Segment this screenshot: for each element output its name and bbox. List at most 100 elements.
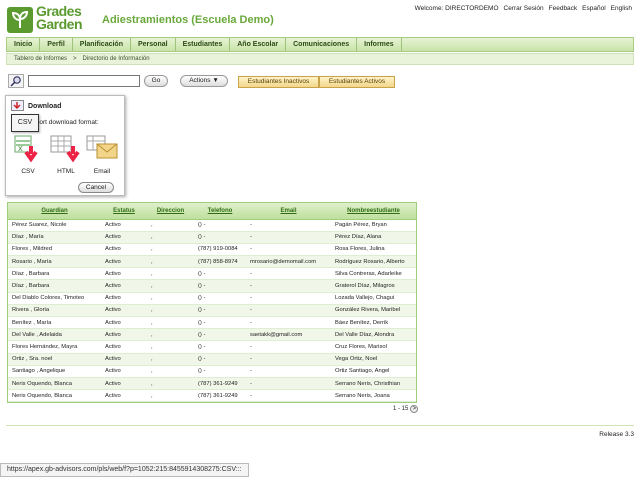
cell-email: - xyxy=(246,353,331,366)
col-estatus[interactable]: Estatus xyxy=(101,203,147,220)
cell-telefono: () - xyxy=(194,231,246,244)
table-row: Del Diablo Colores, Timoteo Activo,() --L… xyxy=(8,292,416,305)
nav-planificacion[interactable]: Planificación xyxy=(73,38,131,51)
nav-inicio[interactable]: Inicio xyxy=(7,38,41,51)
html-table-icon xyxy=(50,135,80,163)
cell-email: - xyxy=(246,304,331,318)
table-row: Benítez , María Activo,() - - Báez Benítez,… xyxy=(8,316,416,330)
cell-guardian: Pérez Suarez, Nicole xyxy=(8,219,101,232)
cell-email: - xyxy=(246,340,331,354)
cell-guardian: Díaz , Barbara xyxy=(8,267,101,281)
search-input[interactable] xyxy=(28,75,140,87)
cell-nombreestudiante: Vega Ortiz, Noel xyxy=(331,353,416,366)
cell-direccion: , xyxy=(147,328,194,342)
table-row: Del Valle , Adelaida Activo,() - saetakk@g… xyxy=(8,328,416,342)
cell-estatus: Activo xyxy=(101,340,147,354)
cell-email: - xyxy=(246,292,331,305)
cell-direccion: , xyxy=(147,231,194,244)
chevron-down-icon: ▼ xyxy=(212,77,219,84)
cell-direccion: , xyxy=(147,340,194,354)
table-row: Rosario , María Activo, (787) 858-8974 mros… xyxy=(8,255,416,269)
cell-guardian: Rivera , Gloria xyxy=(8,304,101,318)
cell-estatus: Activo xyxy=(101,328,147,342)
nav-ano-escolar[interactable]: Año Escolar xyxy=(230,38,287,51)
breadcrumb: Tablero de Informes > Directorio de Info… xyxy=(6,53,634,65)
cell-telefono: () - xyxy=(194,292,246,305)
cell-nombreestudiante: Graterol Díaz, Milagros xyxy=(331,279,416,293)
download-prompt: report download format: xyxy=(30,119,99,126)
table-row: Flores Hernández, Mayra Activo,() - - Cruz … xyxy=(8,340,416,354)
grades-garden-logo[interactable]: Grades Garden xyxy=(7,4,95,35)
cell-nombreestudiante: Báez Benítez, Derrik xyxy=(331,316,416,330)
nav-estudiantes[interactable]: Estudiantes xyxy=(176,38,231,51)
cell-email: - xyxy=(246,267,331,281)
col-guardian[interactable]: Guardian xyxy=(8,203,101,220)
app-title: Adiestramientos (Escuela Demo) xyxy=(102,14,274,26)
col-telefono[interactable]: Telefono xyxy=(194,203,246,220)
release-version: Release 3.3 xyxy=(599,431,634,438)
cell-guardian: Díaz , Barbara xyxy=(8,279,101,293)
cell-nombreestudiante: Serrano Neris, Joana xyxy=(331,389,416,403)
download-dialog-title: Download xyxy=(28,103,62,110)
logout-link[interactable]: Cerrar Sesión xyxy=(504,5,544,12)
col-direccion[interactable]: Direccion xyxy=(147,203,194,220)
cell-nombreestudiante: Del Valle Díaz, Alondra xyxy=(331,328,416,342)
pagination: 1 - 15 > xyxy=(393,405,419,413)
cell-guardian: Flores Hernández, Mayra xyxy=(8,340,101,354)
nav-personal[interactable]: Personal xyxy=(131,38,176,51)
cancel-button[interactable]: Cancel xyxy=(78,182,114,193)
cell-guardian: Benítez , María xyxy=(8,316,101,330)
cell-direccion: , xyxy=(147,365,194,378)
nav-comunicaciones[interactable]: Comunicaciones xyxy=(286,38,358,51)
tab-estudiantes-activos[interactable]: Estudiantes Activos xyxy=(319,76,395,88)
email-format-option[interactable] xyxy=(85,134,119,162)
cell-email: - xyxy=(246,279,331,293)
cell-email: - xyxy=(246,365,331,378)
cell-direccion: , xyxy=(147,353,194,366)
go-button[interactable]: Go xyxy=(144,75,168,87)
table-row: Díaz , Barbara Activo,() - - Graterol Díaz,… xyxy=(8,279,416,293)
feedback-link[interactable]: Feedback xyxy=(549,5,578,12)
cell-estatus: Activo xyxy=(101,353,147,366)
table-row: Pérez Suarez, Nicole Activo,() - - Pagán Pé… xyxy=(8,219,416,232)
cell-estatus: Activo xyxy=(101,365,147,378)
cell-guardian: Neris Oquendo, Blanca xyxy=(8,377,101,391)
table-row: Neris Oquendo, Blanca Activo, (787) 361-92… xyxy=(8,389,416,403)
search-options-button[interactable] xyxy=(8,74,24,88)
cell-nombreestudiante: Lozada Vallejo, Chagui xyxy=(331,292,416,305)
csv-file-icon: X xyxy=(14,135,38,163)
html-format-option[interactable] xyxy=(49,134,83,163)
table-row: Díaz , Barbara Activo,() - - Silva Contrera… xyxy=(8,267,416,281)
cell-telefono: () - xyxy=(194,304,246,318)
cell-email: - xyxy=(246,219,331,232)
cell-email: - xyxy=(246,389,331,403)
top-links: Welcome: DIRECTORDEMO Cerrar Sesión Feed… xyxy=(415,5,632,12)
col-email[interactable]: Email xyxy=(246,203,331,220)
cell-direccion: , xyxy=(147,389,194,403)
svg-text:X: X xyxy=(18,146,23,153)
csv-tooltip: CSV xyxy=(11,114,39,132)
lang-es-link[interactable]: Español xyxy=(582,5,606,12)
actions-menu-button[interactable]: Actions ▼ xyxy=(180,75,228,87)
browser-status-url: https://apex.gb-advisors.com/pls/web/f?p… xyxy=(0,463,249,477)
nav-perfil[interactable]: Perfil xyxy=(40,38,73,51)
table-row: Díaz , María Activo,() - - Pérez Díaz, Alan… xyxy=(8,231,416,244)
cell-direccion: , xyxy=(147,219,194,232)
cell-direccion: , xyxy=(147,279,194,293)
cell-guardian: Rosario , María xyxy=(8,255,101,269)
tab-estudiantes-inactivos[interactable]: Estudiantes Inactivos xyxy=(238,76,319,88)
cell-nombreestudiante: Rodríguez Rosario, Alberto xyxy=(331,255,416,269)
cell-estatus: Activo xyxy=(101,292,147,305)
cell-telefono: () - xyxy=(194,219,246,232)
col-nombreestudiante[interactable]: Nombreestudiante xyxy=(331,203,416,220)
lang-en-link[interactable]: English xyxy=(611,5,632,12)
logo-line-2: Garden xyxy=(36,16,83,32)
nav-informes[interactable]: Informes xyxy=(357,38,402,51)
next-page-button[interactable]: > xyxy=(410,405,419,413)
cell-estatus: Activo xyxy=(101,267,147,281)
breadcrumb-tablero[interactable]: Tablero de Informes xyxy=(14,54,67,64)
cell-guardian: Neris Oquendo, Blanca xyxy=(8,389,101,403)
cell-nombreestudiante: Cruz Flores, Marisol xyxy=(331,340,416,354)
csv-format-option[interactable]: X xyxy=(11,134,45,163)
cell-email: saetakk@gmail.com xyxy=(246,328,331,342)
